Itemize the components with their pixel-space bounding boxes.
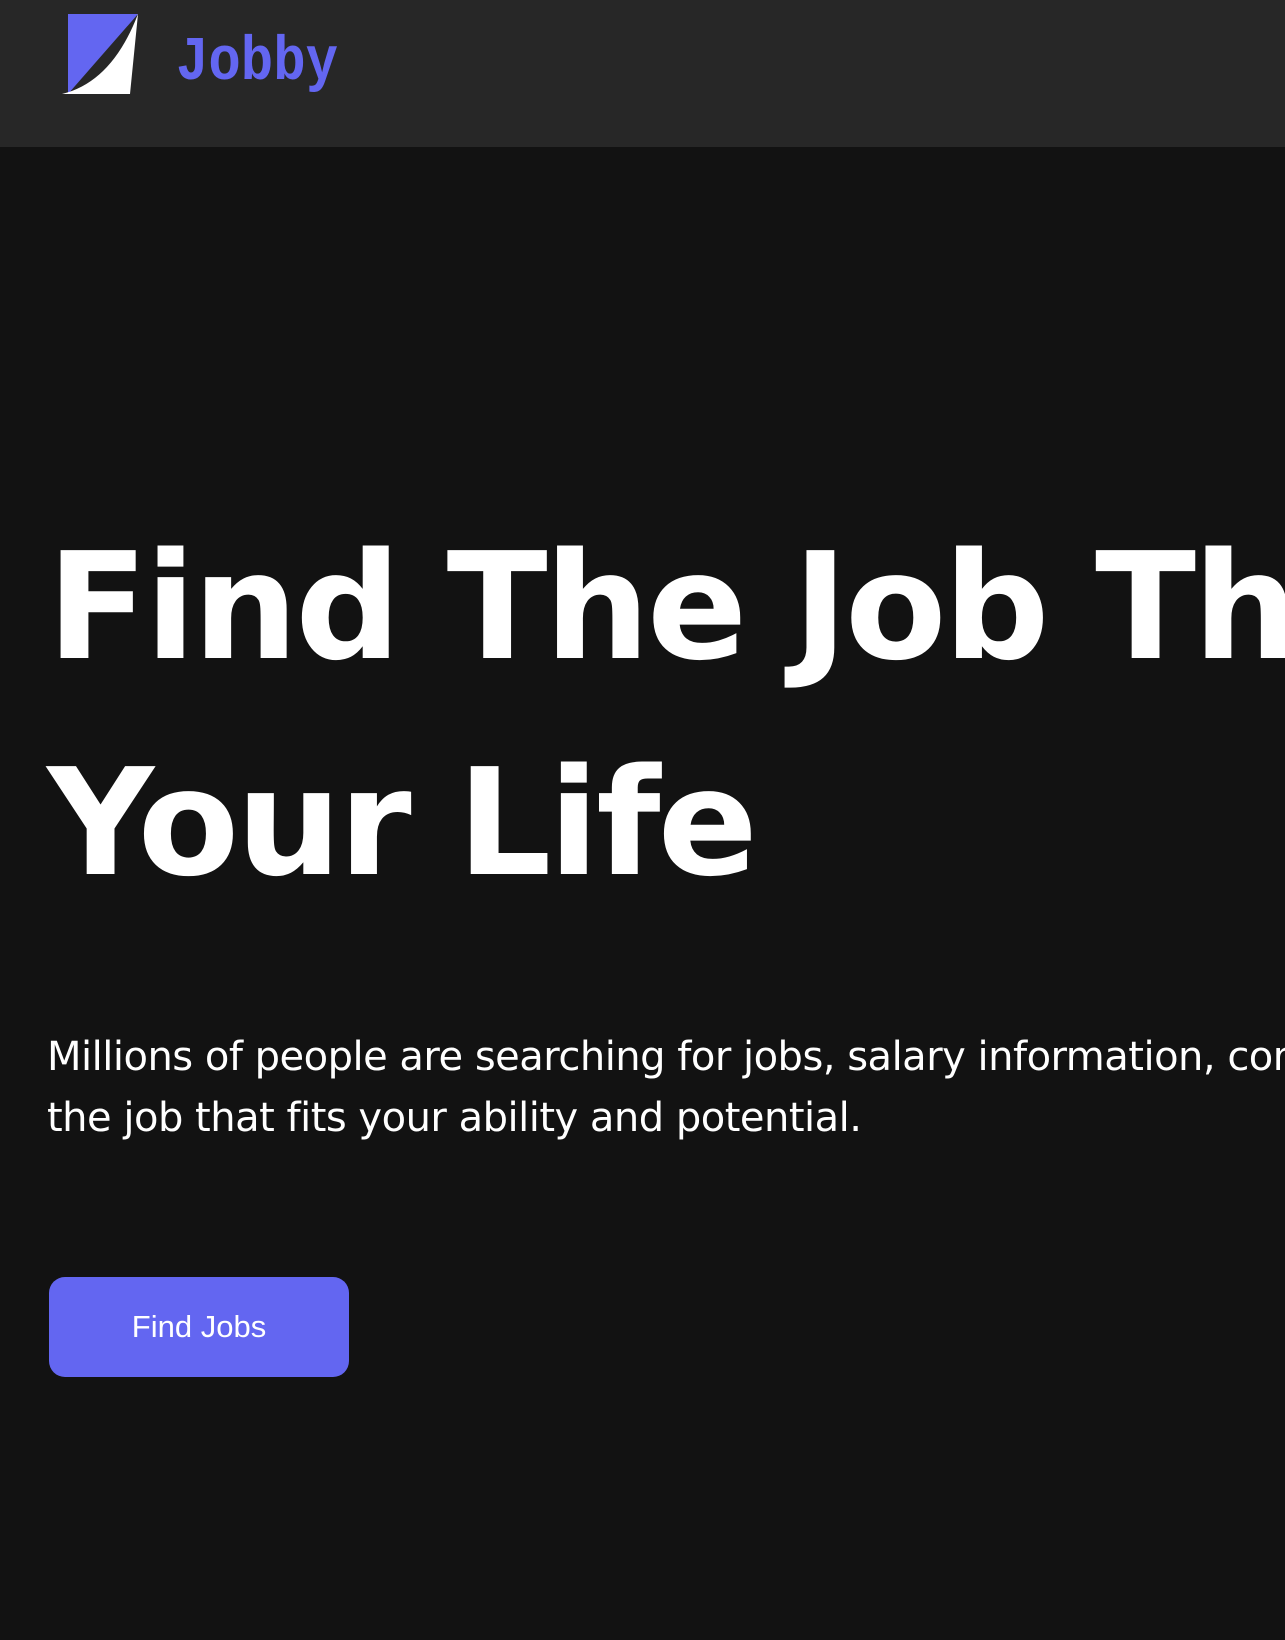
hero-description: Millions of people are searching for job… <box>47 1034 1285 1141</box>
find-jobs-button[interactable]: Find Jobs <box>49 1277 349 1377</box>
jobby-logo-icon <box>62 14 138 94</box>
hero-section: Find The Job That FitsYour Life Millions… <box>0 147 1285 1640</box>
jobby-logo-link[interactable]: Jobby <box>60 14 338 94</box>
jobby-logo: Jobby <box>62 14 338 94</box>
hero-headline: Find The Job That FitsYour Life <box>47 521 1285 909</box>
site-header: Jobby <box>0 0 1285 147</box>
jobby-logo-text: Jobby <box>176 27 338 94</box>
